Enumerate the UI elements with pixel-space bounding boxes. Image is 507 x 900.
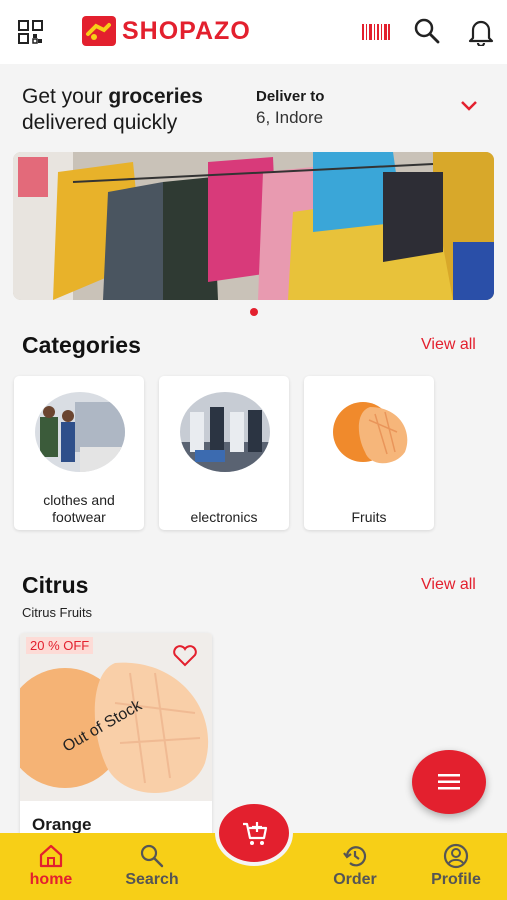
- nav-label: Profile: [431, 871, 481, 888]
- deliver-to-label: Deliver to: [256, 88, 325, 105]
- category-thumb: [325, 392, 415, 472]
- category-label: Fruits: [351, 509, 387, 525]
- tagline-bold: groceries: [108, 85, 203, 108]
- nav-search[interactable]: Search: [112, 843, 192, 889]
- product-name: Orange: [32, 815, 92, 834]
- nav-label: home: [29, 871, 73, 888]
- menu-fab[interactable]: [412, 750, 486, 814]
- home-icon: [39, 844, 63, 868]
- category-card-clothes[interactable]: clothes and footwear: [14, 376, 144, 530]
- category-label-line1: clothes and: [43, 492, 115, 508]
- nav-label: Order: [333, 871, 377, 888]
- search-icon: [140, 844, 164, 868]
- nav-label: Search: [125, 871, 179, 888]
- category-label-line2: footwear: [52, 509, 106, 525]
- cart-fab[interactable]: [215, 800, 293, 866]
- tagline-suffix: delivered quickly: [22, 111, 178, 134]
- discount-badge: 20 % OFF: [26, 637, 94, 654]
- brand-logo: SHOPAZO: [82, 16, 251, 46]
- grid-menu-icon[interactable]: [18, 20, 44, 44]
- banner-image: [13, 152, 494, 300]
- citrus-title: Citrus: [22, 572, 89, 598]
- category-thumb: [180, 392, 270, 472]
- category-card-fruits[interactable]: Fruits: [304, 376, 434, 530]
- delivery-strip: Get your groceries delivered quickly Del…: [0, 64, 507, 146]
- bell-icon[interactable]: [468, 18, 494, 46]
- tagline: Get your groceries delivered quickly: [22, 84, 252, 136]
- nav-order[interactable]: Order: [315, 843, 395, 889]
- profile-icon: [443, 843, 469, 869]
- product-card-orange[interactable]: 20 % OFF Out of Stock Orange: [20, 633, 212, 853]
- citrus-subtitle: Citrus Fruits: [22, 605, 93, 620]
- nav-profile[interactable]: Profile: [416, 843, 496, 889]
- heart-icon[interactable]: [172, 645, 198, 667]
- nav-home[interactable]: home: [11, 843, 91, 889]
- category-thumb: [35, 392, 125, 472]
- add-to-cart-icon: [243, 822, 268, 845]
- category-label: clothes and footwear: [14, 492, 144, 526]
- search-icon[interactable]: [414, 18, 440, 44]
- tagline-prefix: Get your: [22, 85, 109, 108]
- chevron-down-icon[interactable]: [460, 100, 478, 112]
- brand-name: SHOPAZO: [122, 16, 251, 45]
- categories-title: Categories: [22, 332, 141, 358]
- category-card-electronics[interactable]: electronics: [159, 376, 289, 530]
- history-icon: [343, 846, 367, 867]
- logo-icon: [82, 16, 116, 46]
- top-bar: SHOPAZO: [0, 0, 507, 64]
- carousel-indicator[interactable]: [250, 308, 258, 316]
- menu-icon: [438, 774, 460, 790]
- category-label: electronics: [190, 509, 258, 525]
- deliver-address[interactable]: 6, Indore: [256, 108, 323, 128]
- citrus-view-all[interactable]: View all: [421, 576, 476, 594]
- categories-view-all[interactable]: View all: [421, 336, 476, 354]
- promo-banner[interactable]: [13, 152, 494, 300]
- barcode-icon[interactable]: [362, 24, 390, 40]
